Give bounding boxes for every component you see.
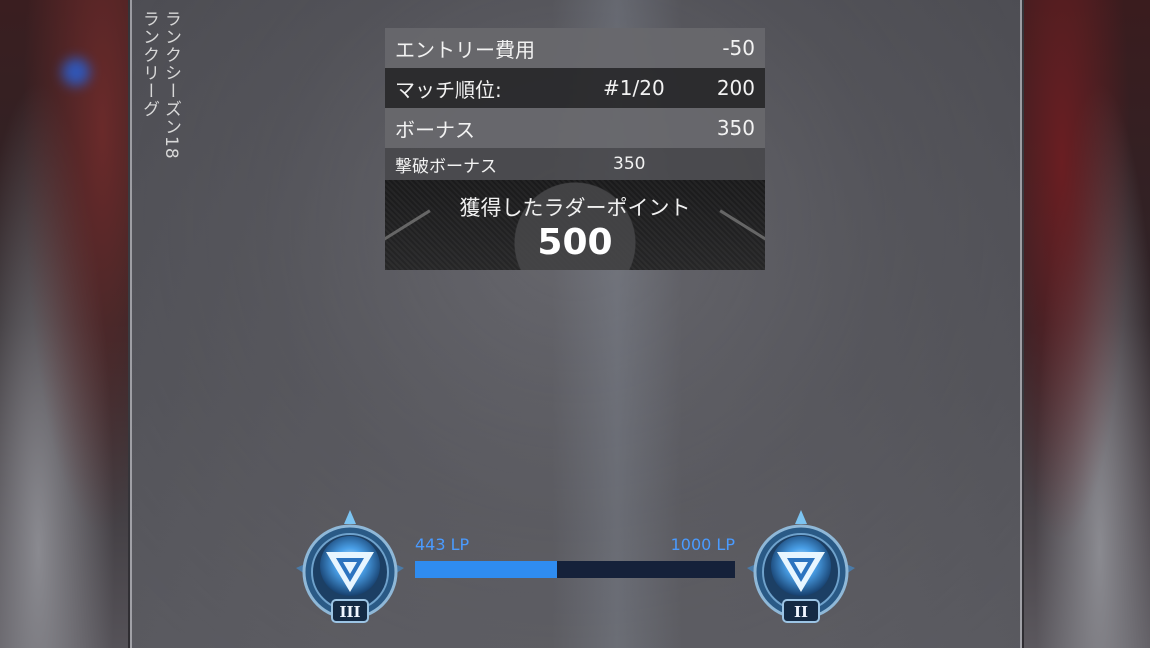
total-lp-panel: 獲得したラダーポイント 500 [385,180,765,270]
entry-cost-label: エントリー費用 [395,37,535,62]
target-lp-label: 1000 LP [670,535,735,554]
background-right [1024,0,1150,648]
bonus-row: ボーナス 350 [385,108,765,148]
total-lp-label: 獲得したラダーポイント [459,196,691,220]
kill-bonus-row: 撃破ボーナス 350 [385,148,765,180]
kill-bonus-value: 350 [613,154,646,174]
background-left [0,0,128,648]
background-light [62,58,90,86]
lp-breakdown: エントリー費用 -50 マッチ順位: #1/20 200 ボーナス 350 撃破… [385,28,765,270]
bonus-value: 350 [716,116,755,140]
entry-cost-row: エントリー費用 -50 [385,28,765,68]
kill-bonus-label: 撃破ボーナス [395,156,497,177]
current-rank-tier: III [339,603,360,621]
season-title: ランクシーズン18 ランクリーグ [138,10,182,160]
next-rank-tier: II [794,603,808,621]
entry-cost-value: -50 [722,36,755,60]
bonus-label: ボーナス [395,117,475,142]
league-name: ランクリーグ [139,10,159,118]
lp-progress-fill [415,561,557,578]
match-placement-rank: #1/20 [603,76,665,100]
diamond-rank-badge-icon: II [747,510,855,623]
current-lp-label: 443 LP [415,535,470,554]
match-placement-row: マッチ順位: #1/20 200 [385,68,765,108]
diamond-rank-badge-icon: III [296,510,404,623]
match-placement-value: 200 [716,76,755,100]
match-placement-label: マッチ順位: [395,77,502,102]
total-lp-value: 500 [537,222,613,263]
lp-progress-bar [415,561,735,578]
season-name: ランクシーズン18 [161,10,181,160]
